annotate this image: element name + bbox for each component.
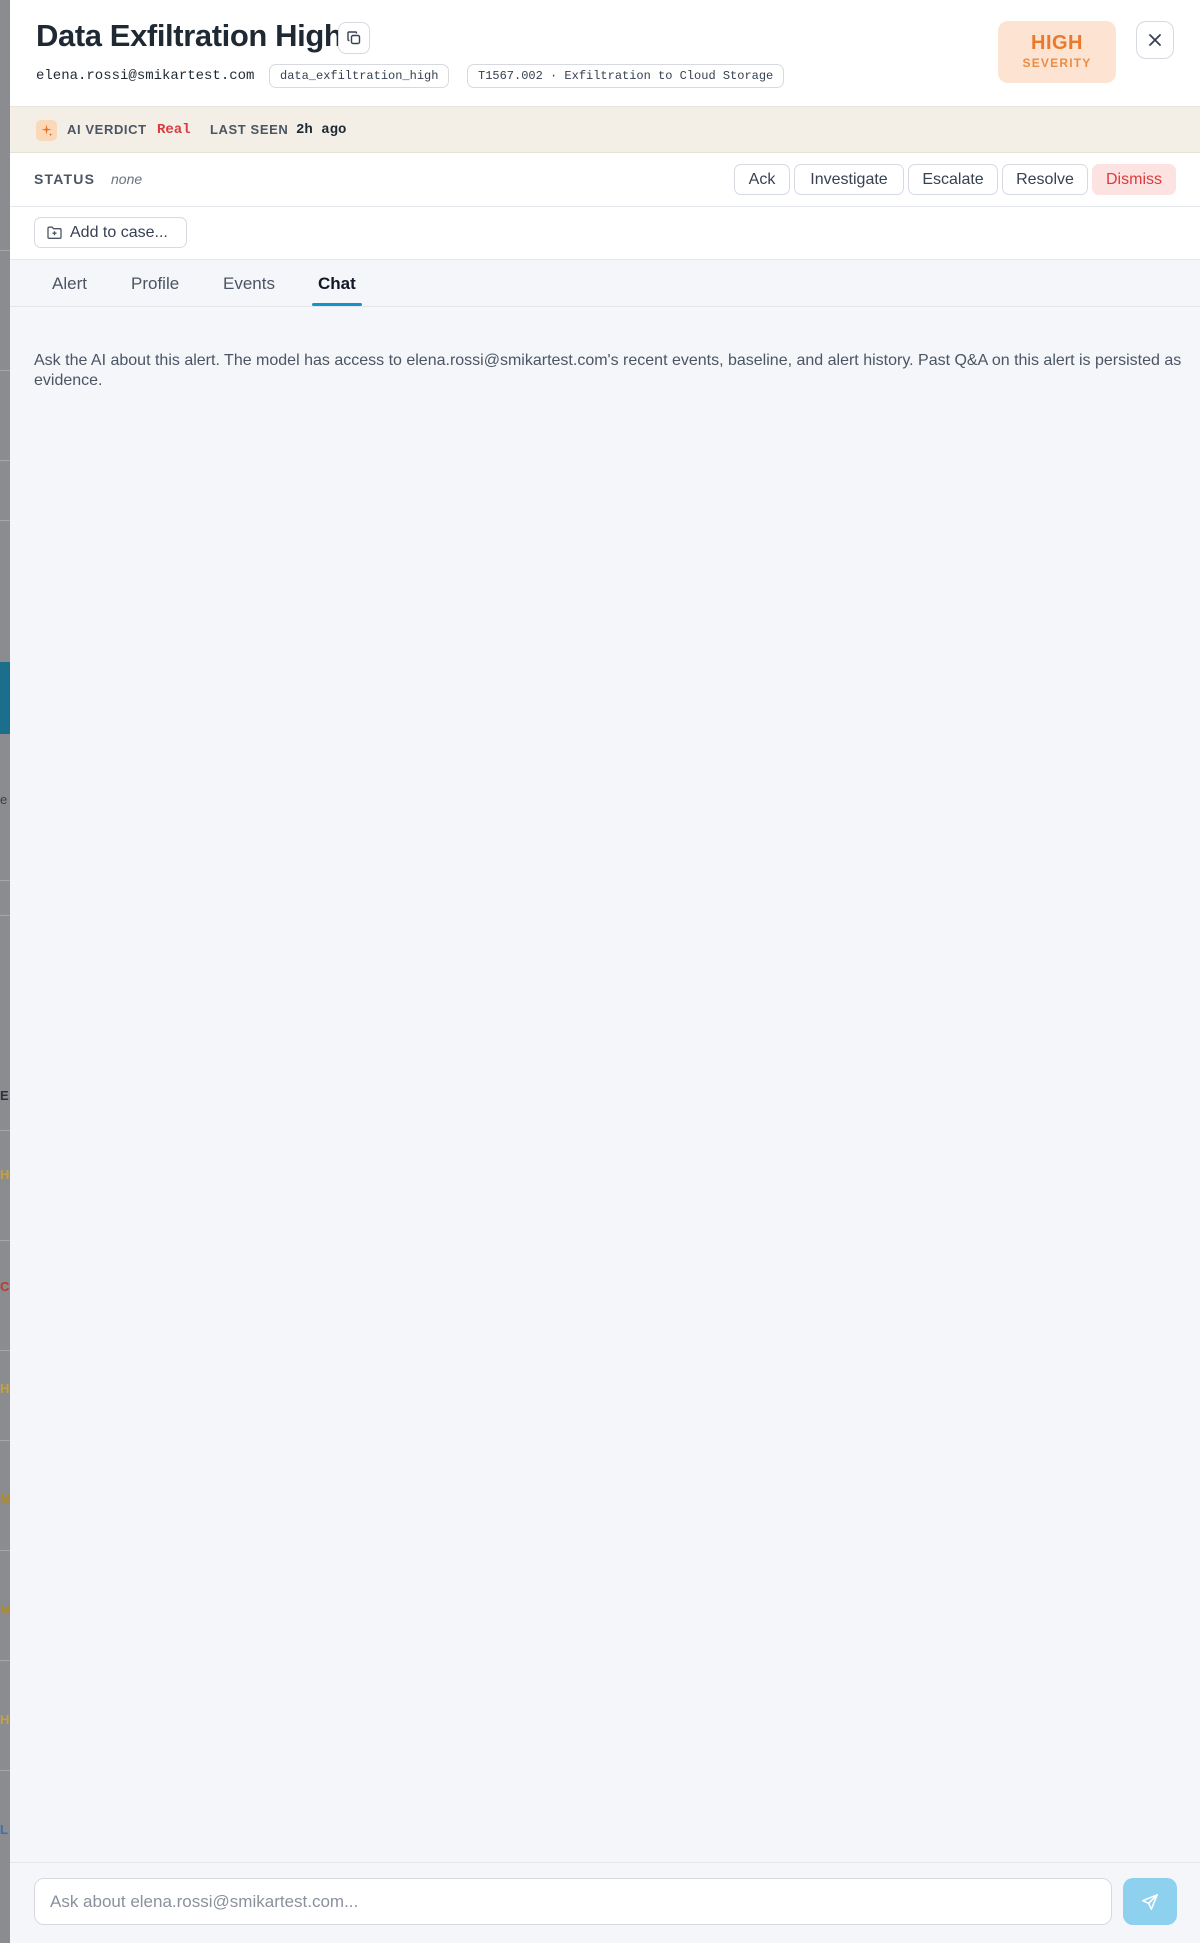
escalate-button[interactable]: Escalate [908, 164, 998, 195]
background-fragment: L [0, 1822, 8, 1837]
status-label: STATUS [34, 171, 96, 187]
background-fragment: H [0, 1712, 10, 1727]
background-divider [0, 1550, 10, 1551]
background-divider [0, 520, 10, 521]
severity-level: HIGH [1031, 32, 1083, 54]
tab-profile[interactable]: Profile [131, 274, 179, 294]
resolve-button[interactable]: Resolve [1002, 164, 1088, 195]
background-fragment: M [0, 1602, 10, 1617]
background-fragment: e [0, 792, 8, 807]
background-divider [0, 1350, 10, 1351]
severity-badge: HIGH SEVERITY [998, 21, 1116, 83]
background-divider [0, 460, 10, 461]
investigate-button[interactable]: Investigate [794, 164, 904, 195]
tab-alert[interactable]: Alert [52, 274, 87, 294]
severity-label: SEVERITY [1022, 56, 1092, 70]
background-fragment: H [0, 1167, 10, 1182]
active-tab-indicator [312, 303, 362, 306]
tab-events[interactable]: Events [223, 274, 275, 294]
case-bar: Add to case... [10, 207, 1200, 260]
tab-bar: Alert Profile Events Chat [10, 260, 1200, 307]
background-divider [0, 1130, 10, 1131]
mitre-technique-tag: T1567.002 · Exfiltration to Cloud Storag… [467, 64, 785, 88]
background-divider [0, 1440, 10, 1441]
send-button[interactable] [1123, 1878, 1177, 1925]
background-divider [0, 915, 10, 916]
background-divider [0, 1660, 10, 1661]
last-seen-label: LAST SEEN [210, 122, 289, 137]
close-icon [1147, 32, 1163, 48]
verdict-bar: AI VERDICT Real LAST SEEN 2h ago [10, 106, 1200, 153]
folder-plus-icon [47, 226, 62, 239]
alert-user-email: elena.rossi@smikartest.com [36, 68, 255, 84]
drawer-header: Data Exfiltration High elena.rossi@smika… [10, 0, 1200, 106]
tab-chat[interactable]: Chat [318, 274, 356, 294]
copy-icon [346, 30, 362, 46]
add-to-case-button[interactable]: Add to case... [34, 217, 187, 248]
dismiss-button[interactable]: Dismiss [1092, 164, 1176, 195]
add-to-case-label: Add to case... [70, 223, 168, 241]
background-fragment: E [0, 1088, 9, 1103]
background-fragment: H [0, 1381, 10, 1396]
status-value: none [111, 171, 143, 187]
send-icon [1141, 1893, 1159, 1911]
ack-button[interactable]: Ack [734, 164, 790, 195]
status-bar: STATUS none Ack Investigate Escalate Res… [10, 153, 1200, 207]
chat-input[interactable] [34, 1878, 1112, 1925]
background-divider [0, 880, 10, 881]
background-highlight-bar [0, 662, 10, 734]
background-divider [0, 250, 10, 251]
close-button[interactable] [1136, 21, 1174, 59]
copy-button[interactable] [338, 22, 370, 54]
chat-composer [10, 1862, 1200, 1943]
background-divider [0, 1770, 10, 1771]
background-fragment: M [0, 1491, 10, 1506]
ai-verdict-value: Real [157, 122, 191, 138]
alert-detail-drawer: Data Exfiltration High elena.rossi@smika… [10, 0, 1200, 1943]
background-page-edge: e E H C H M M H L [0, 0, 10, 1943]
background-divider [0, 1240, 10, 1241]
chat-intro-text: Ask the AI about this alert. The model h… [34, 352, 1182, 389]
sparkles-icon [36, 120, 57, 141]
alert-title: Data Exfiltration High [36, 18, 343, 53]
ai-verdict-label: AI VERDICT [67, 122, 147, 137]
last-seen-value: 2h ago [296, 122, 347, 138]
background-fragment: C [0, 1279, 10, 1294]
rule-tag: data_exfiltration_high [269, 64, 450, 88]
background-divider [0, 370, 10, 371]
